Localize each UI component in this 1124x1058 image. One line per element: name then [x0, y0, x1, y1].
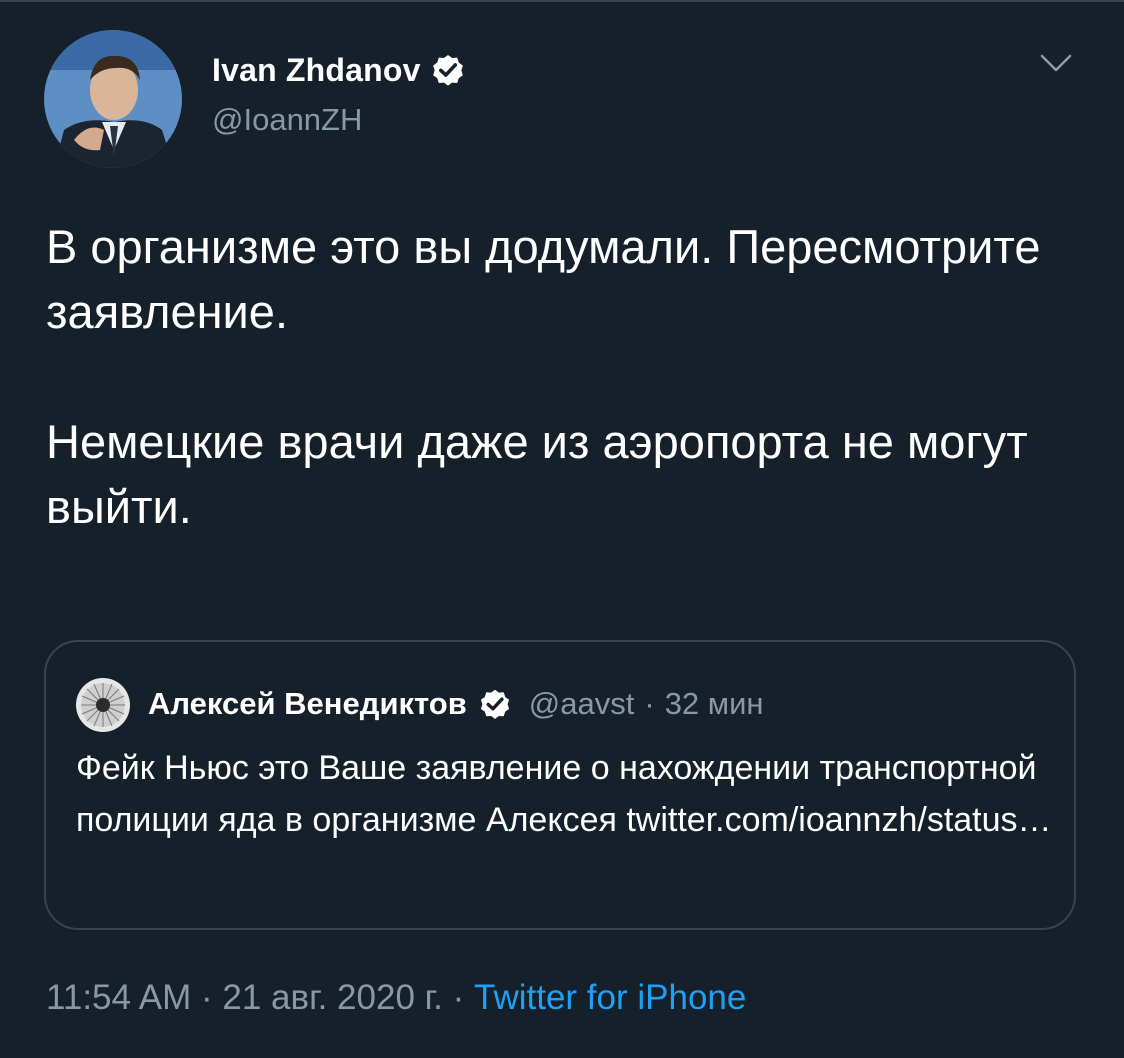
tweet-source-link[interactable]: Twitter for iPhone [474, 978, 746, 1017]
tweet-date: 21 авг. 2020 г. [222, 978, 443, 1017]
author-name-row[interactable]: Ivan Zhdanov [212, 48, 467, 92]
quoted-time-ago: 32 мин [664, 686, 764, 721]
tweet-paragraph: В организме это вы додумали. Пересмотрит… [46, 220, 1041, 338]
verified-badge-icon [477, 686, 513, 722]
quoted-tweet-card[interactable]: Алексей Венедиктов @aavst · 32 мин Фейк … [44, 640, 1076, 930]
footer-separator: · [452, 978, 465, 1017]
verified-badge-icon [429, 51, 467, 89]
quoted-avatar-photo [76, 678, 130, 732]
quoted-tweet-text: Фейк Ньюс это Ваше заявление о нахождени… [76, 749, 1052, 839]
author-handle[interactable]: @IoannZH [212, 102, 362, 138]
footer-separator: · [201, 978, 213, 1017]
top-divider [0, 0, 1124, 2]
tweet-detail-view: Ivan Zhdanov @IoannZH В организме это вы… [0, 0, 1124, 1058]
avatar-photo [44, 30, 182, 168]
quoted-avatar[interactable] [76, 678, 130, 732]
quoted-display-name[interactable]: Алексей Венедиктов [148, 686, 467, 722]
tweet-paragraph: Немецкие врачи даже из аэропорта не могу… [46, 415, 1028, 533]
quoted-separator: · [644, 686, 655, 721]
author-display-name[interactable]: Ivan Zhdanov [212, 52, 421, 89]
avatar[interactable] [44, 30, 182, 168]
quoted-header: Алексей Венедиктов @aavst · 32 мин [148, 676, 764, 732]
quoted-handle[interactable]: @aavst [529, 686, 635, 722]
tweet-footer: 11:54 AM · 21 авг. 2020 г. · Twitter for… [46, 978, 746, 1018]
chevron-down-icon[interactable] [1036, 48, 1076, 78]
tweet-text: В организме это вы додумали. Пересмотрит… [46, 214, 1086, 539]
tweet-time: 11:54 AM [46, 978, 192, 1017]
